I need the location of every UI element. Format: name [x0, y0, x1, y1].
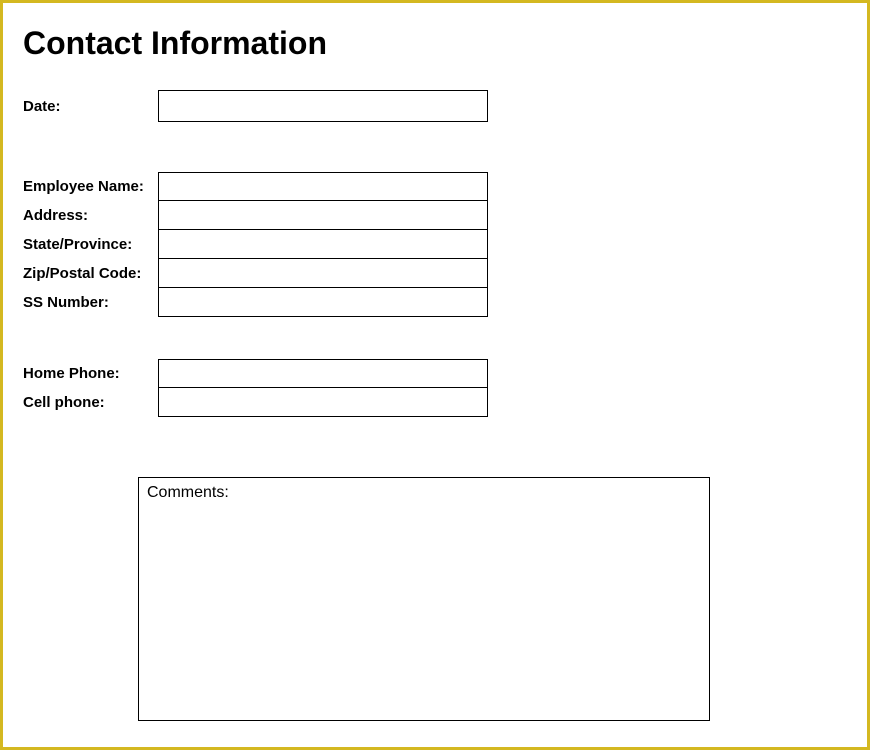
employee-name-label: Employee Name: — [23, 178, 158, 195]
address-row: Address: — [23, 201, 847, 230]
comments-section — [138, 477, 847, 726]
cell-phone-input[interactable] — [158, 388, 488, 417]
form-container: Contact Information Date: Employee Name:… — [0, 0, 870, 750]
ss-number-label: SS Number: — [23, 294, 158, 311]
ss-number-row: SS Number: — [23, 288, 847, 317]
home-phone-label: Home Phone: — [23, 365, 158, 382]
date-label: Date: — [23, 98, 158, 115]
employee-name-row: Employee Name: — [23, 172, 847, 201]
cell-phone-row: Cell phone: — [23, 388, 847, 417]
cell-phone-label: Cell phone: — [23, 394, 158, 411]
date-section: Date: — [23, 90, 847, 122]
personal-section: Employee Name: Address: State/Province: … — [23, 172, 847, 317]
date-input[interactable] — [158, 90, 488, 122]
comments-textarea[interactable] — [138, 477, 710, 721]
date-row: Date: — [23, 90, 847, 122]
state-province-input[interactable] — [158, 230, 488, 259]
address-input[interactable] — [158, 201, 488, 230]
state-province-row: State/Province: — [23, 230, 847, 259]
address-label: Address: — [23, 207, 158, 224]
employee-name-input[interactable] — [158, 172, 488, 201]
zip-postal-row: Zip/Postal Code: — [23, 259, 847, 288]
ss-number-input[interactable] — [158, 288, 488, 317]
phone-section: Home Phone: Cell phone: — [23, 359, 847, 417]
zip-postal-input[interactable] — [158, 259, 488, 288]
home-phone-row: Home Phone: — [23, 359, 847, 388]
page-title: Contact Information — [23, 25, 847, 62]
state-province-label: State/Province: — [23, 236, 158, 253]
zip-postal-label: Zip/Postal Code: — [23, 265, 158, 282]
home-phone-input[interactable] — [158, 359, 488, 388]
